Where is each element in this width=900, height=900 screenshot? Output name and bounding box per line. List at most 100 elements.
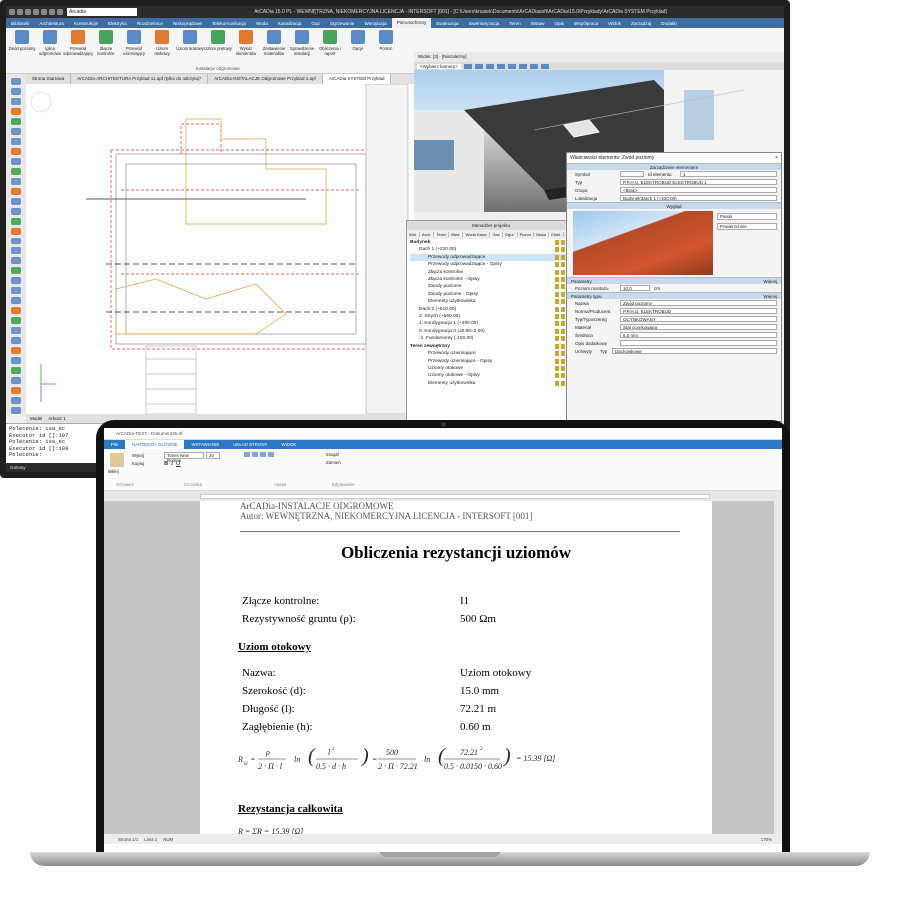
tool-icon[interactable] — [11, 387, 21, 394]
menu-item[interactable]: Współpraca — [569, 21, 603, 26]
tab-layout[interactable]: Arkusz 1 — [48, 416, 66, 421]
paste-icon[interactable] — [110, 453, 124, 467]
tree-item[interactable]: Złącza kontrolne - Opisy — [410, 276, 575, 283]
drawing-canvas[interactable] — [26, 83, 417, 415]
type-param-value[interactable]: OCYNKOWANY — [620, 316, 777, 322]
editor-tab[interactable]: WSTAWIANIE — [184, 442, 226, 447]
cut-button[interactable]: Wytnij — [132, 453, 144, 458]
font-size-select[interactable]: 20 — [206, 452, 220, 459]
ribbon-button[interactable]: Przewód odprowadzający — [63, 30, 93, 71]
tree-item[interactable]: Budynek — [410, 239, 575, 246]
zoom-level[interactable]: 170% — [761, 837, 772, 842]
tool-icon[interactable] — [11, 247, 21, 255]
project-manager-tab[interactable]: Teren — [434, 232, 450, 237]
section-look[interactable]: Wygląd — [567, 202, 781, 209]
tool-icon[interactable] — [11, 287, 21, 295]
menu-item[interactable]: Rozdzielnice — [132, 21, 168, 26]
menu-item[interactable]: Woda — [251, 21, 273, 26]
tree-item[interactable]: Elementy użytkownika — [410, 380, 575, 387]
tool-icon[interactable] — [11, 277, 21, 285]
tool-icon[interactable] — [11, 127, 21, 135]
menu-item[interactable]: Niskoprądowe — [168, 21, 207, 26]
section-manage[interactable]: Zarządzanie elementem — [567, 163, 781, 170]
tool-icon[interactable] — [11, 237, 21, 245]
tree-item[interactable]: 0: Kondygnacja 0 (±0.00=0.00) — [410, 328, 575, 335]
tool-icon[interactable] — [11, 137, 21, 145]
editor-tab[interactable]: WIDOK — [274, 442, 303, 447]
tree-item[interactable]: Teren zewnętrzny — [410, 343, 575, 350]
type-param-value[interactable]: Zwód poziomy — [620, 300, 777, 306]
tool-icon[interactable] — [11, 377, 21, 385]
tool-icon[interactable] — [11, 107, 21, 115]
id-field[interactable]: 1 — [680, 171, 777, 177]
menu-item[interactable]: Gaz — [306, 21, 324, 26]
vertical-scrollbar[interactable] — [774, 501, 782, 834]
menu-item[interactable]: Telekomunikacja — [207, 21, 251, 26]
close-icon[interactable]: × — [775, 153, 778, 163]
find-button[interactable]: Znajdź — [326, 452, 339, 457]
tree-item[interactable]: Przewody odprowadzające — [410, 253, 575, 262]
ribbon-button[interactable]: Sprawdzenie instalacji — [288, 30, 316, 71]
tree-item[interactable]: Przewody uziemiające - Opisy — [410, 358, 575, 365]
section-type-params[interactable]: Parametry typu Więcej — [567, 292, 781, 299]
tool-icon[interactable] — [11, 227, 21, 235]
tool-icon[interactable] — [11, 87, 21, 95]
tool-icon[interactable] — [11, 97, 21, 105]
document-tab[interactable]: Strona Startowa — [26, 74, 72, 84]
menu-item[interactable]: Wentylacja — [359, 21, 391, 26]
menu-item[interactable]: Wstaw — [526, 21, 550, 26]
project-manager-tab[interactable]: Gaz — [490, 232, 503, 237]
3d-view-toolbar[interactable]: <Wybierz kamerę> — [414, 62, 784, 70]
tree-item[interactable]: Zwody poziome — [410, 283, 575, 290]
type-param-value[interactable]: 6.0 mm — [620, 332, 777, 338]
tree-item[interactable]: Uziomy otokowe — [410, 365, 575, 372]
menu-item[interactable]: Opis — [549, 21, 568, 26]
tool-icon[interactable] — [11, 167, 21, 175]
ribbon-button[interactable]: Opcje — [344, 30, 372, 71]
tree-item[interactable]: 2: Strych (+560.00) — [410, 313, 575, 320]
tree-item[interactable]: Dach 1 (+220.00) — [410, 246, 575, 253]
menu-item[interactable]: Kanalizacja — [273, 21, 307, 26]
document-tab[interactable]: ArCADia SYSTEM Przyklad — [322, 74, 392, 84]
tool-icon[interactable] — [11, 327, 21, 335]
ribbon-button[interactable]: Pomoc — [372, 30, 400, 71]
tree-item[interactable]: Przewody uziemiające — [410, 350, 575, 357]
ribbon-button[interactable]: Obliczenia i raport — [316, 30, 344, 71]
project-manager-tab[interactable]: Wid. — [407, 232, 420, 237]
menu-item[interactable]: Zarządzaj — [626, 21, 656, 26]
look-option-1[interactable]: Piaski — [717, 213, 777, 220]
tool-icon[interactable] — [11, 177, 21, 185]
type-param-value[interactable] — [620, 340, 777, 346]
tool-icon[interactable] — [11, 257, 21, 265]
ribbon-button[interactable]: Przewód uziemiający — [120, 30, 148, 71]
uchwyty-typ-select[interactable]: Dachówkowe — [612, 348, 777, 354]
quick-access-toolbar[interactable] — [6, 9, 63, 15]
project-manager-tab[interactable]: Woda Kana. — [463, 232, 491, 237]
menu-item[interactable]: Ewakuacja — [431, 21, 463, 26]
typ-field[interactable]: P.P.H.U. ELEKTROBUD ELEKTROBUD 1 — [620, 179, 777, 185]
ribbon-button[interactable]: Zestawienie materiałów — [260, 30, 288, 71]
copy-button[interactable]: Kopiuj — [132, 461, 144, 466]
ruler[interactable] — [200, 494, 710, 499]
ribbon-button[interactable]: Wykaz elementów — [232, 30, 260, 71]
tree-item[interactable]: Elementy użytkownika — [410, 298, 575, 305]
format-buttons[interactable]: BIU — [164, 461, 180, 467]
tree-item[interactable]: -1: Fundamenty (-100.00) — [410, 335, 575, 342]
more-button-1[interactable]: Więcej — [763, 278, 777, 284]
ribbon-button[interactable]: Zwód poziomy — [8, 30, 36, 71]
type-param-value[interactable]: Stal ocynkowana — [620, 324, 777, 330]
tool-icon[interactable] — [11, 317, 21, 325]
font-select[interactable]: Times New Roman — [164, 452, 204, 463]
tool-icon[interactable] — [11, 157, 21, 165]
tool-icon[interactable] — [11, 307, 21, 315]
menu-item[interactable]: Architektura — [34, 21, 69, 26]
project-manager-tab[interactable]: Arch. — [420, 232, 435, 237]
editor-tab[interactable]: NARZĘDZIA GŁÓWNE — [125, 440, 185, 449]
more-button-2[interactable]: Więcej — [763, 293, 777, 299]
section-params[interactable]: Parametry Więcej — [567, 277, 781, 284]
editor-tab[interactable]: Plik — [104, 442, 125, 447]
project-manager-tab[interactable]: Elekt. — [549, 232, 565, 237]
menu-item[interactable]: Inwentaryzacja — [464, 21, 505, 26]
menu-item[interactable]: Konstrukcje — [69, 21, 103, 26]
paragraph-buttons[interactable] — [244, 452, 274, 457]
